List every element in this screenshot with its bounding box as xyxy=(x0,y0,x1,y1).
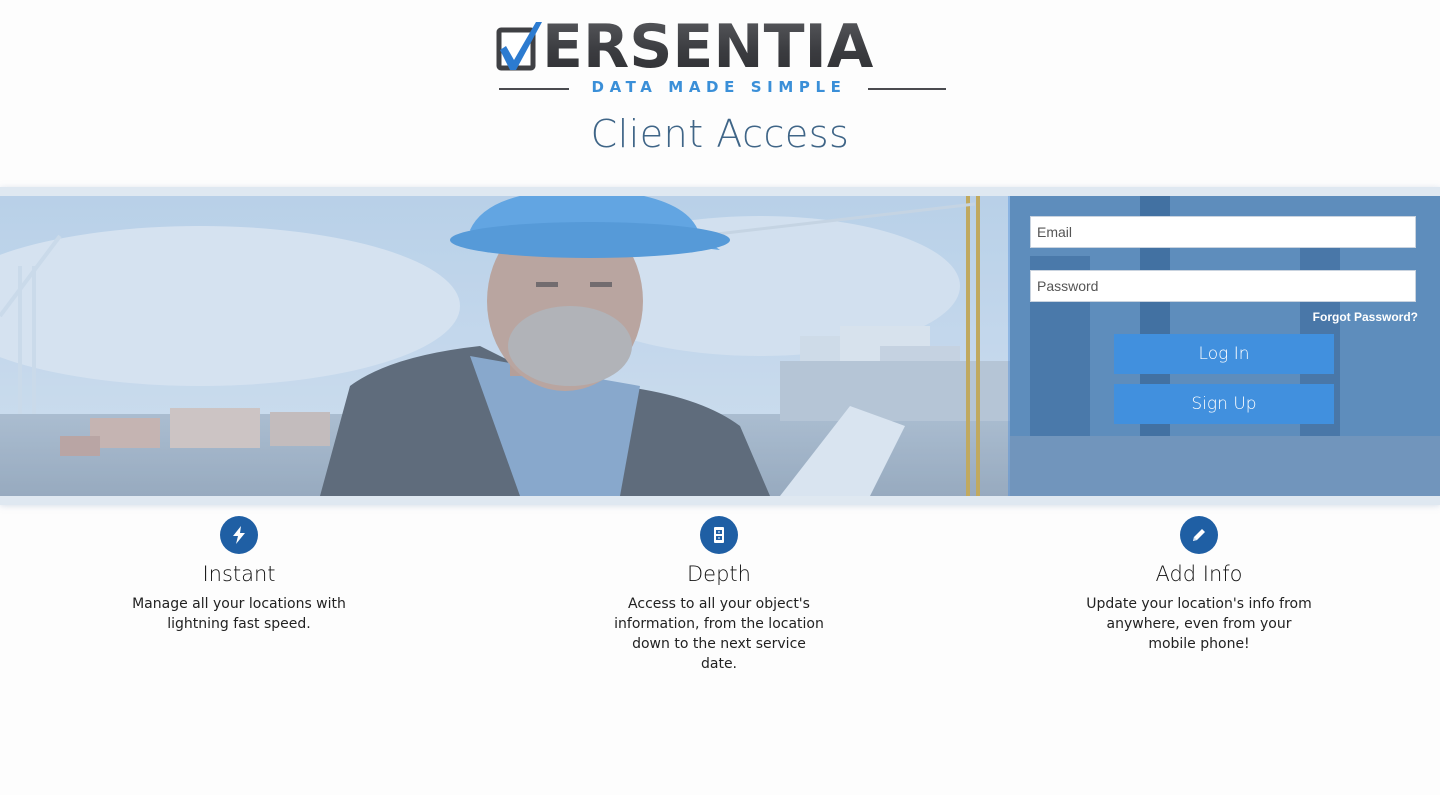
password-field[interactable] xyxy=(1030,270,1416,302)
feature-depth: Depth Access to all your object's inform… xyxy=(589,516,849,674)
log-in-button[interactable]: Log In xyxy=(1114,334,1334,374)
sign-up-button[interactable]: Sign Up xyxy=(1114,384,1334,424)
logo-tagline: DATA MADE SIMPLE xyxy=(591,78,847,96)
file-cabinet-icon xyxy=(700,516,738,554)
pencil-icon xyxy=(1180,516,1218,554)
feature-title: Depth xyxy=(687,562,751,586)
feature-description: Access to all your object's information,… xyxy=(614,596,824,672)
feature-description: Manage all your locations with lightning… xyxy=(132,596,346,632)
login-panel: Forgot Password? Log In Sign Up xyxy=(1008,196,1440,496)
logo-wordmark: ERSENTIA xyxy=(542,12,874,82)
page-title: Client Access xyxy=(590,112,850,156)
email-field[interactable] xyxy=(1030,216,1416,248)
feature-add-info: Add Info Update your location's info fro… xyxy=(1069,516,1329,654)
checkbox-logo-icon xyxy=(496,22,542,71)
lightning-icon xyxy=(220,516,258,554)
feature-title: Instant xyxy=(202,562,276,586)
logo-rule-right xyxy=(868,88,946,90)
versentia-logo: ERSENTIA DATA MADE SIMPLE xyxy=(494,12,946,100)
logo-rule-left xyxy=(499,88,569,90)
forgot-password-link[interactable]: Forgot Password? xyxy=(1313,310,1418,324)
feature-description: Update your location's info from anywher… xyxy=(1086,596,1312,652)
feature-title: Add Info xyxy=(1155,562,1243,586)
feature-instant: Instant Manage all your locations with l… xyxy=(109,516,369,634)
